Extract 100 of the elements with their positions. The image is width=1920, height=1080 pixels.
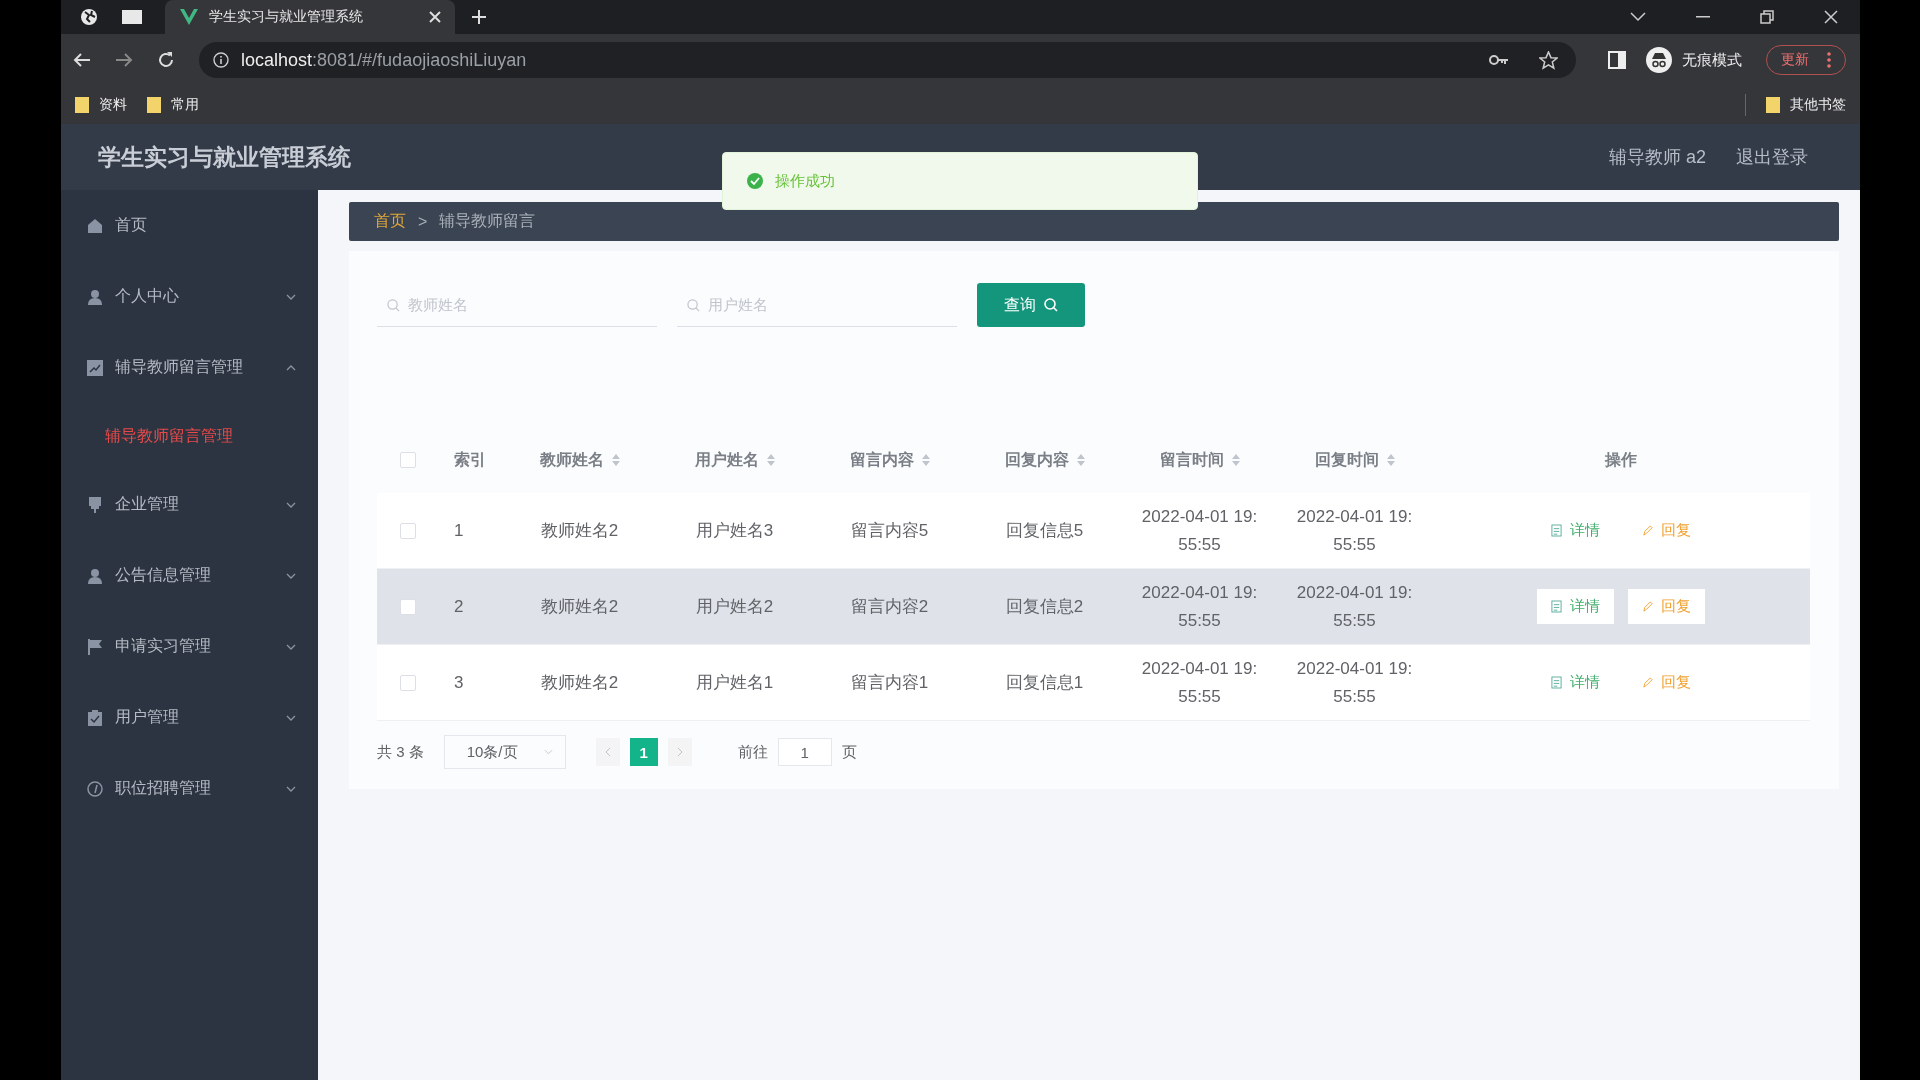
home-icon [87,217,103,234]
bookmark-folder[interactable]: 其他书签 [1766,96,1846,114]
table-cell-text: 用户姓名1 [695,672,774,694]
address-bar[interactable]: localhost:8081/#/fudaojiaoshiLiuyan [199,42,1576,78]
search-icon [387,299,400,312]
minimize-icon[interactable] [1696,16,1710,18]
restore-icon[interactable] [1760,10,1774,24]
key-icon[interactable] [1489,54,1509,66]
browser-tab[interactable]: 学生实习与就业管理系统 [165,0,455,34]
side-panel-icon[interactable] [1608,51,1626,69]
column-header[interactable]: 留言内容 [849,449,914,471]
chevron-down-icon [286,572,296,579]
menu-item[interactable]: 职位招聘管理 [61,753,318,824]
folder-icon [1766,97,1780,113]
row-checkbox[interactable] [400,522,416,539]
window-icon[interactable] [121,8,143,26]
column-header[interactable]: 教师姓名 [539,449,604,471]
menu-item[interactable]: 公告信息管理 [61,540,318,611]
folder-icon [147,97,161,113]
back-icon[interactable] [73,51,91,69]
person-icon [87,288,103,305]
pushpin-icon [87,496,103,513]
column-header[interactable]: 留言时间 [1159,449,1224,471]
column-header: 索引 [454,450,486,468]
table-cell-text: 用户姓名3 [695,520,774,542]
table-cell-text: 回复信息2 [1005,596,1084,618]
column-header[interactable]: 回复时间 [1314,449,1379,471]
menu-item[interactable]: 辅导教师留言管理 [61,332,318,403]
table-cell: 2 [454,596,464,616]
table-cell-text: 2022-04-01 19:55:55 [1295,581,1414,632]
search-icon [687,299,700,312]
breadcrumb-current: 辅导教师留言 [439,211,536,231]
table-cell-text: 2022-04-01 19:55:55 [1140,505,1259,556]
menu-item[interactable]: 个人中心 [61,261,318,332]
logout-link[interactable]: 退出登录 [1736,145,1808,169]
select-all-checkbox[interactable] [400,452,416,468]
chevron-down-icon [286,643,296,650]
reload-icon[interactable] [157,51,175,69]
page-size-select[interactable]: 10条/页 [443,735,566,769]
bookmark-folder[interactable]: 常用 [147,96,199,114]
v-logo-icon [179,8,199,26]
pencil-icon [1642,676,1653,689]
document-icon [1551,600,1562,613]
table-cell-text: 留言内容5 [850,520,929,542]
column-header[interactable]: 回复内容 [1004,449,1069,471]
page-unit: 页 [841,742,857,762]
close-window-icon[interactable] [1824,10,1838,24]
flag-icon [87,638,103,655]
incognito-profile[interactable]: 无痕模式 [1646,47,1742,73]
query-button[interactable]: 查询 [977,283,1085,327]
user-name: 辅导教师 a2 [1608,146,1706,169]
chevron-down-icon [286,501,296,508]
chevron-down-icon[interactable] [1630,12,1646,22]
chevron-down-icon [286,293,296,300]
menu-item[interactable]: 首页 [61,190,318,261]
pencil-icon [1642,600,1653,613]
star-icon[interactable] [1539,50,1558,70]
breadcrumb-separator: > [418,212,428,231]
check-circle-icon [747,173,763,189]
row-checkbox[interactable] [400,674,416,691]
close-icon[interactable] [429,11,441,23]
plus-icon[interactable] [471,9,487,25]
menu-item[interactable]: 企业管理 [61,469,318,540]
table-cell-text: 2022-04-01 19:55:55 [1140,581,1259,632]
gauge-icon [87,780,103,797]
app-title: 学生实习与就业管理系统 [98,142,351,172]
incognito-icon [1646,47,1672,73]
page-input[interactable]: 1 [777,738,832,766]
table-cell-text: 教师姓名2 [540,596,619,618]
chevron-down-icon [543,749,553,755]
table-cell-text: 2022-04-01 19:55:55 [1140,657,1259,708]
submenu-item[interactable]: 辅导教师留言管理 [61,403,318,469]
forward-icon[interactable] [115,51,133,69]
chevron-up-icon [286,364,296,371]
person-icon [87,567,103,584]
row-checkbox[interactable] [400,598,416,615]
document-icon [1551,676,1562,689]
url-text: localhost:8081/#/fudaojiaoshiLiuyan [241,49,527,71]
document-icon [1551,524,1562,537]
table-cell: 3 [454,672,464,692]
table-cell-text: 用户姓名2 [695,596,774,618]
bookmark-folder[interactable]: 资料 [75,96,127,114]
search-field[interactable]: 用户姓名 [677,283,957,327]
chevron-down-icon [286,785,296,792]
total-count: 共 3 条 [377,742,424,762]
menu-item[interactable]: 用户管理 [61,682,318,753]
more-icon [1827,52,1831,68]
column-header[interactable]: 用户姓名 [694,449,759,471]
table-cell-text: 回复信息1 [1005,672,1084,694]
search-field[interactable]: 教师姓名 [377,283,657,327]
chevron-right-icon [676,747,683,757]
success-toast: 操作成功 [722,152,1198,210]
goto-label: 前往 [737,742,768,762]
table-cell-text: 教师姓名2 [540,672,619,694]
globe-icon[interactable] [79,7,99,27]
table-cell-text: 教师姓名2 [540,520,619,542]
table-cell-text: 2022-04-01 19:55:55 [1295,657,1414,708]
breadcrumb-link[interactable]: 首页 [374,211,406,232]
table-cell-text: 2022-04-01 19:55:55 [1295,505,1414,556]
menu-item[interactable]: 申请实习管理 [61,611,318,682]
